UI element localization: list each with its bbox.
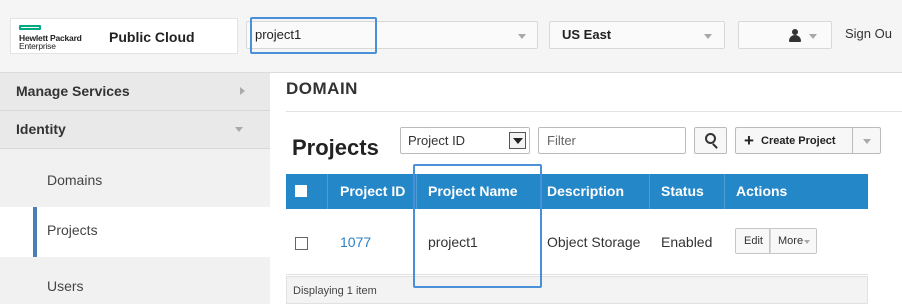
page-title: Projects [292,135,379,160]
sidebar-item-projects[interactable]: Projects [0,207,270,257]
project-id-link[interactable]: 1077 [340,234,371,250]
project-selector-value: project1 [255,27,302,42]
edit-button[interactable]: Edit [735,228,770,254]
sidebar-section-manage-services[interactable]: Manage Services [0,73,270,111]
column-divider [541,174,542,209]
column-header-description[interactable]: Description [547,183,624,199]
chevron-down-icon [809,34,817,39]
user-menu[interactable] [738,21,832,49]
column-header-project-id[interactable]: Project ID [340,183,405,199]
hpe-logo-text: Hewlett Packard Enterprise [19,34,82,51]
column-header-project-name[interactable]: Project Name [428,183,517,199]
product-name: Public Cloud [109,29,195,45]
section-title: DOMAIN [286,79,358,98]
create-project-dropdown-button[interactable] [853,127,881,154]
chevron-down-icon [509,132,526,149]
column-divider [416,174,417,209]
region-selector-value: US East [562,27,612,42]
create-project-button[interactable]: + Create Project [735,127,853,154]
column-divider [649,174,650,209]
user-icon [789,29,801,42]
hpe-logo: Hewlett Packard Enterprise [19,23,97,51]
select-all-checkbox[interactable] [295,185,307,197]
projects-table: Project ID Project Name Description Stat… [286,174,868,304]
search-button[interactable] [694,127,727,154]
filter-input[interactable] [538,127,686,154]
plus-icon: + [744,131,754,150]
main-content: DOMAIN Projects Project ID + Create Proj… [270,73,902,304]
row-checkbox[interactable] [295,237,308,250]
sidebar-item-label: Projects [47,222,98,238]
edit-label: Edit [744,235,763,247]
search-icon [705,133,719,149]
chevron-down-icon [518,34,526,39]
active-indicator [33,207,37,257]
column-header-status[interactable]: Status [661,183,704,199]
status-cell: Enabled [661,234,713,250]
table-footer: Displaying 1 item [286,276,868,304]
table-item-count: Displaying 1 item [293,285,377,297]
sidebar-section-label: Manage Services [16,83,130,99]
column-header-actions: Actions [736,183,788,199]
hpe-logo-icon [19,25,41,30]
chevron-down-icon [804,240,810,244]
chevron-down-icon [235,127,243,132]
divider [286,111,902,112]
create-project-label: Create Project [761,135,836,147]
brand[interactable]: Hewlett Packard Enterprise Public Cloud [10,18,238,54]
project-selector[interactable]: project1 [246,21,538,49]
more-label: More [778,235,804,247]
sign-out-link[interactable]: Sign Ou [845,26,892,41]
sidebar-item-users[interactable]: Users [0,263,270,304]
sidebar: Manage Services Identity Domains Project… [0,73,270,304]
sidebar-section-identity[interactable]: Identity [0,111,270,149]
sidebar-item-label: Domains [47,172,103,188]
hpe-logo-line2: Enterprise [19,41,56,51]
chevron-down-icon [863,139,871,144]
region-selector[interactable]: US East [549,21,725,49]
table-header: Project ID Project Name Description Stat… [286,174,868,209]
table-row: 1077 project1 Object Storage Enabled Edi… [286,209,868,275]
description-cell: Object Storage [547,234,641,250]
column-divider [327,174,328,209]
top-header: Hewlett Packard Enterprise Public Cloud … [0,0,902,73]
column-divider [724,174,725,209]
sidebar-item-domains[interactable]: Domains [0,157,270,207]
filter-field-value: Project ID [408,133,466,148]
chevron-right-icon [240,87,245,95]
sidebar-section-label: Identity [16,121,66,137]
chevron-down-icon [704,34,712,39]
sidebar-item-label: Users [47,278,84,294]
filter-field-select[interactable]: Project ID [400,127,530,154]
more-actions-button[interactable]: More [770,228,817,254]
project-name-cell: project1 [428,234,478,250]
